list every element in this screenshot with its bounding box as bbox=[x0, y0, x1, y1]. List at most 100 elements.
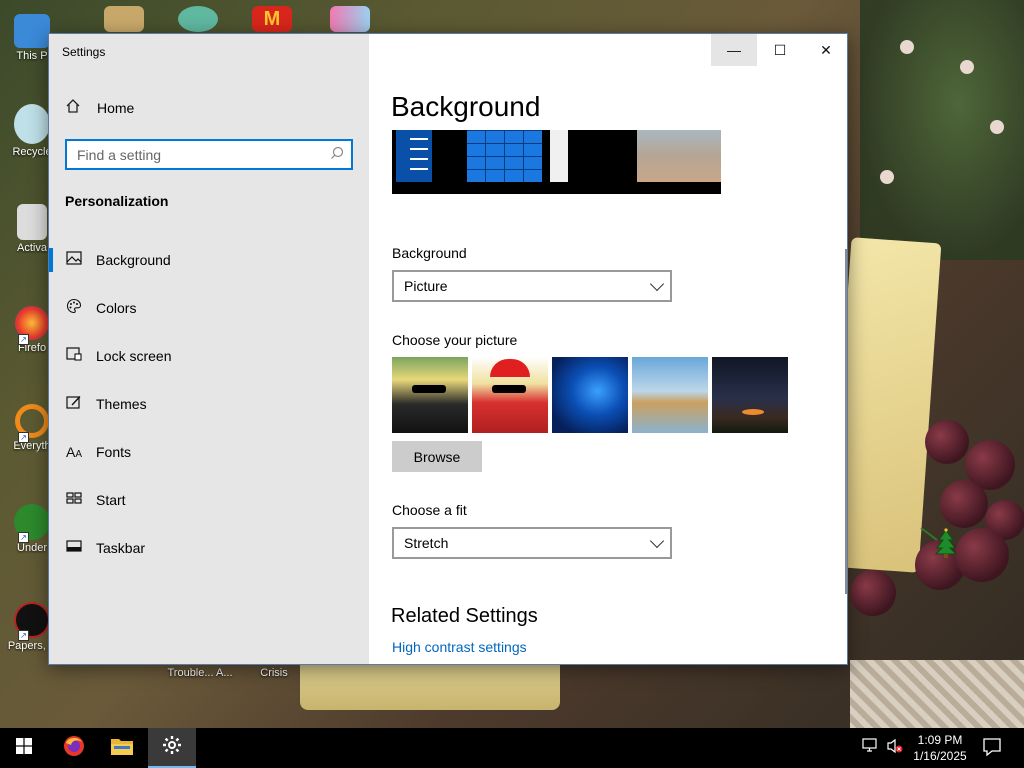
wallpaper-berry bbox=[990, 120, 1004, 134]
wallpaper-grape bbox=[955, 528, 1009, 582]
scrollbar[interactable] bbox=[845, 249, 847, 594]
nav-item-start[interactable]: Start bbox=[49, 476, 369, 524]
settings-window: Settings Home Personalization Background bbox=[48, 33, 958, 665]
shortcut-arrow-icon: ↗ bbox=[18, 630, 29, 641]
maximize-icon: ☐ bbox=[773, 41, 787, 58]
recycle-bin-icon bbox=[14, 104, 50, 144]
maximize-button[interactable]: ☐ bbox=[757, 34, 803, 66]
nav-item-taskbar[interactable]: Taskbar bbox=[49, 524, 369, 572]
picture-thumbnail[interactable] bbox=[392, 357, 468, 433]
desktop-icon[interactable] bbox=[322, 6, 378, 34]
desktop-icon[interactable] bbox=[96, 6, 152, 34]
picture-thumbnail[interactable] bbox=[472, 357, 548, 433]
desktop-icon-crisis[interactable]: Crisis bbox=[246, 667, 302, 679]
preview-start-menu bbox=[396, 130, 432, 182]
picture-thumbnail[interactable] bbox=[552, 357, 628, 433]
nav-list: Background Colors Lock screen Themes AA … bbox=[49, 236, 369, 572]
nav-item-label: Start bbox=[96, 492, 126, 508]
desktop-icon-label: Trouble... A... bbox=[167, 667, 233, 679]
nav-item-label: Background bbox=[96, 252, 171, 268]
page-title: Background bbox=[391, 91, 541, 122]
nav-item-lock-screen[interactable]: Lock screen bbox=[49, 332, 369, 380]
fit-value: Stretch bbox=[404, 535, 449, 551]
start-icon bbox=[65, 491, 83, 509]
fonts-icon: AA bbox=[65, 444, 82, 460]
christmas-tree-cursor-icon bbox=[919, 526, 959, 558]
desktop-icon-troubleshoot[interactable]: Trouble... A... bbox=[160, 667, 240, 679]
mcdonalds-icon: M bbox=[252, 6, 292, 32]
settings-content: — ☐ ✕ Background Background Picture Choo… bbox=[369, 34, 958, 664]
volume-muted-icon[interactable] bbox=[886, 738, 904, 757]
taskbar-clock[interactable]: 1:09 PM 1/16/2025 bbox=[910, 732, 970, 764]
wallpaper-berry bbox=[900, 40, 914, 54]
search-box[interactable] bbox=[65, 139, 353, 170]
close-icon: ✕ bbox=[820, 41, 832, 58]
nav-item-themes[interactable]: Themes bbox=[49, 380, 369, 428]
themes-icon bbox=[65, 395, 83, 414]
picture-icon bbox=[65, 250, 83, 270]
taskbar-firefox-button[interactable] bbox=[50, 728, 98, 768]
this-pc-icon bbox=[14, 14, 50, 48]
anime-avatar-icon bbox=[178, 6, 218, 32]
browse-button[interactable]: Browse bbox=[392, 441, 482, 472]
app-icon bbox=[104, 6, 144, 32]
taskbar-icon bbox=[65, 539, 83, 557]
chevron-down-icon bbox=[649, 533, 665, 549]
wallpaper-grape bbox=[940, 480, 988, 528]
shortcut-arrow-icon: ↗ bbox=[18, 334, 29, 345]
nav-item-fonts[interactable]: AA Fonts bbox=[49, 428, 369, 476]
desktop-icon[interactable]: M bbox=[244, 6, 300, 34]
nav-item-colors[interactable]: Colors bbox=[49, 284, 369, 332]
wallpaper-cloth bbox=[850, 660, 1024, 730]
search-icon bbox=[330, 146, 344, 163]
document-icon bbox=[17, 204, 47, 240]
start-button[interactable] bbox=[0, 728, 48, 768]
window-title: Settings bbox=[62, 45, 106, 59]
palette-icon bbox=[65, 298, 83, 319]
action-center-icon[interactable] bbox=[982, 737, 1002, 760]
preview-beach-window bbox=[637, 130, 721, 182]
shortcut-arrow-icon: ↗ bbox=[18, 532, 29, 543]
minimize-button[interactable]: — bbox=[711, 34, 757, 66]
wallpaper-berry bbox=[960, 60, 974, 74]
taskbar-settings-button[interactable] bbox=[148, 728, 196, 768]
picture-thumbnail[interactable] bbox=[632, 357, 708, 433]
nav-item-label: Fonts bbox=[96, 444, 132, 460]
preview-wallpaper-figure bbox=[550, 130, 568, 182]
nav-item-label: Themes bbox=[96, 396, 147, 412]
section-title: Personalization bbox=[65, 193, 169, 209]
background-type-dropdown[interactable]: Picture bbox=[392, 270, 672, 302]
desktop-icon-label: Crisis bbox=[260, 667, 288, 679]
nav-item-label: Lock screen bbox=[96, 348, 172, 364]
high-contrast-settings-link[interactable]: High contrast settings bbox=[392, 639, 527, 655]
choose-picture-label: Choose your picture bbox=[392, 332, 518, 348]
search-input[interactable] bbox=[67, 141, 317, 168]
network-icon[interactable] bbox=[862, 738, 880, 757]
firefox-icon bbox=[62, 734, 86, 763]
close-button[interactable]: ✕ bbox=[803, 34, 849, 66]
clock-date: 1/16/2025 bbox=[913, 749, 967, 763]
nav-item-background[interactable]: Background bbox=[49, 236, 369, 284]
desktop-icon[interactable] bbox=[170, 6, 226, 34]
folder-icon bbox=[110, 736, 134, 761]
background-preview bbox=[392, 130, 721, 194]
background-label: Background bbox=[392, 245, 467, 261]
clock-time: 1:09 PM bbox=[917, 733, 963, 747]
taskbar: 1:09 PM 1/16/2025 bbox=[0, 728, 1024, 768]
fit-dropdown[interactable]: Stretch bbox=[392, 527, 672, 559]
chevron-down-icon bbox=[649, 276, 665, 292]
settings-sidebar: Settings Home Personalization Background bbox=[49, 34, 369, 664]
nav-item-label: Taskbar bbox=[96, 540, 146, 556]
minimize-icon: — bbox=[727, 42, 741, 58]
picture-thumbnail[interactable] bbox=[712, 357, 788, 433]
nav-home-label: Home bbox=[97, 100, 135, 116]
choose-fit-label: Choose a fit bbox=[392, 502, 467, 518]
wallpaper-berry bbox=[880, 170, 894, 184]
picture-thumbnails bbox=[392, 357, 788, 433]
lock-screen-icon bbox=[65, 346, 83, 366]
wallpaper-grape bbox=[925, 420, 969, 464]
home-icon bbox=[65, 98, 81, 118]
nav-home[interactable]: Home bbox=[49, 92, 369, 124]
windows-logo-icon bbox=[16, 737, 32, 759]
taskbar-file-explorer-button[interactable] bbox=[98, 728, 146, 768]
